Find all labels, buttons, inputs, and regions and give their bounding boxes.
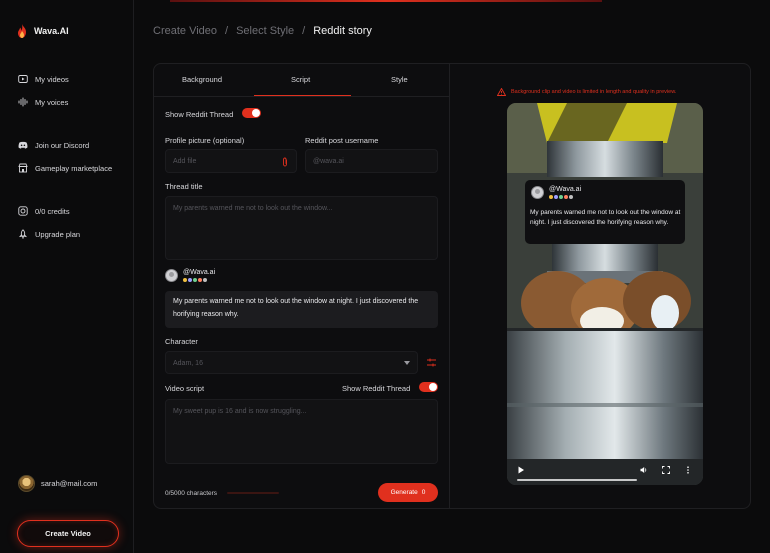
settings-sliders-icon[interactable] [426, 357, 437, 368]
volume-icon[interactable] [640, 466, 648, 474]
user-account[interactable]: sarah@mail.com [18, 475, 97, 492]
username-input[interactable]: @wava.ai [305, 149, 438, 173]
app-logo[interactable]: Wava.AI [16, 24, 69, 38]
store-icon [18, 163, 28, 173]
user-email: sarah@mail.com [41, 479, 98, 488]
sidebar-item-credits[interactable]: 0/0 credits [18, 206, 70, 216]
preview-username: @Wava.ai [183, 269, 216, 276]
character-select[interactable]: Adam, 16 [165, 351, 418, 374]
tab-background[interactable]: Background [182, 75, 222, 84]
preview-warning: Background clip and video is limited in … [497, 88, 676, 96]
avatar [531, 186, 544, 199]
video-script-label: Video script [165, 384, 205, 393]
avatar [165, 269, 178, 282]
video-script-placeholder: My sweet pup is 16 and is now struggling… [173, 408, 307, 415]
character-count: 0/5000 characters [165, 490, 218, 497]
sidebar-item-label: My videos [35, 74, 69, 84]
character-progress-bar [227, 492, 279, 494]
create-video-button[interactable]: Create Video [17, 520, 119, 547]
app-name: Wava.AI [34, 26, 69, 36]
credits-icon [18, 206, 28, 216]
more-vertical-icon[interactable] [684, 466, 692, 474]
warning-icon [497, 88, 506, 96]
discord-icon [18, 141, 28, 149]
video-preview[interactable]: @Wava.ai My parents warned me not to loo… [507, 103, 703, 485]
rocket-icon [18, 229, 28, 239]
top-accent-line [170, 0, 602, 2]
tab-style[interactable]: Style [391, 75, 408, 84]
script-form: Background Script Style Show Reddit Thre… [154, 64, 450, 508]
username-placeholder: @wava.ai [313, 158, 344, 165]
character-label: Character [165, 337, 198, 346]
sidebar-item-my-videos[interactable]: My videos [18, 74, 69, 84]
video-progress-bar[interactable] [517, 479, 637, 481]
sidebar-item-label: 0/0 credits [35, 206, 70, 216]
breadcrumb-separator: / [302, 25, 306, 37]
generate-cost: 0 [421, 489, 426, 496]
avatar [18, 475, 35, 492]
thread-title-placeholder: My parents warned me not to look out the… [173, 205, 333, 212]
tab-bar: Background Script Style [154, 64, 450, 97]
sidebar-item-label: Gameplay marketplace [35, 163, 113, 173]
waveform-icon [18, 97, 28, 107]
sidebar-item-my-voices[interactable]: My voices [18, 97, 68, 107]
award-icons [183, 278, 215, 282]
award-icons [549, 195, 581, 199]
preview-background-image [507, 103, 703, 485]
sidebar-item-label: My voices [35, 97, 69, 107]
show-thread-toggle[interactable] [242, 108, 261, 118]
username-label: Reddit post username [305, 136, 379, 145]
video-controls [507, 459, 703, 485]
script-show-thread-label: Show Reddit Thread [342, 384, 411, 393]
thread-preview-header: @Wava.ai [165, 269, 215, 282]
flame-icon [18, 24, 26, 38]
attachment-icon [283, 157, 287, 167]
play-icon[interactable] [517, 466, 525, 474]
page-title: Reddit story [313, 25, 372, 37]
thread-title-input[interactable]: My parents warned me not to look out the… [165, 196, 438, 260]
sidebar-item-label: Upgrade plan [35, 229, 81, 239]
active-tab-indicator [254, 95, 351, 96]
profile-picture-placeholder: Add file [173, 158, 197, 165]
thread-overlay-card: @Wava.ai My parents warned me not to loo… [525, 180, 685, 244]
video-script-input[interactable]: My sweet pup is 16 and is now struggling… [165, 399, 438, 464]
breadcrumb-create-video[interactable]: Create Video [153, 25, 217, 37]
breadcrumb-separator: / [225, 25, 229, 37]
overlay-text: My parents warned me not to look out the… [530, 209, 681, 226]
editor-panel: Background Script Style Show Reddit Thre… [153, 63, 751, 509]
show-thread-label: Show Reddit Thread [165, 110, 234, 119]
thread-preview-text: My parents warned me not to look out the… [165, 291, 438, 328]
tab-script[interactable]: Script [291, 75, 310, 84]
sidebar-item-marketplace[interactable]: Gameplay marketplace [18, 163, 112, 173]
fullscreen-icon[interactable] [662, 466, 670, 474]
breadcrumb: Create Video / Select Style / Reddit sto… [153, 25, 372, 37]
video-play-icon [18, 75, 28, 83]
sidebar-item-upgrade[interactable]: Upgrade plan [18, 229, 80, 239]
overlay-username: @Wava.ai [549, 186, 582, 193]
profile-picture-label: Profile picture (optional) [165, 136, 245, 145]
breadcrumb-select-style[interactable]: Select Style [236, 25, 294, 37]
character-value: Adam, 16 [173, 360, 203, 367]
preview-warning-text: Background clip and video is limited in … [511, 89, 677, 95]
sidebar-item-label: Join our Discord [35, 140, 90, 150]
generate-label: Generate [390, 489, 418, 496]
generate-button[interactable]: Generate 0 [378, 483, 438, 502]
script-show-thread-toggle[interactable] [419, 382, 438, 392]
thread-title-label: Thread title [165, 182, 203, 191]
profile-picture-input[interactable]: Add file [165, 149, 297, 173]
sidebar-item-discord[interactable]: Join our Discord [18, 140, 89, 150]
sidebar: Wava.AI My videos My voices Join our Dis… [0, 0, 134, 553]
caret-down-icon [404, 361, 410, 365]
